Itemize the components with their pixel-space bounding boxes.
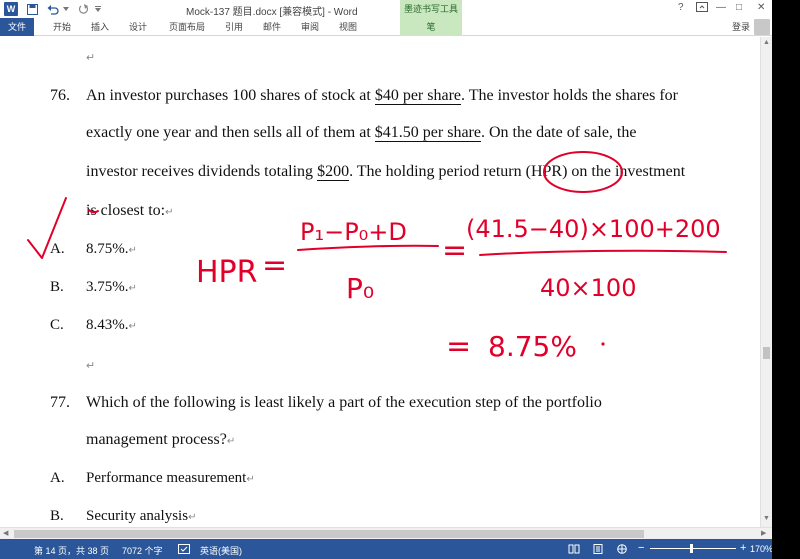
question-76-number: 76.	[50, 87, 70, 104]
language[interactable]: 英语(美国)	[200, 544, 242, 557]
vertical-scrollbar[interactable]: ▲ ▼	[760, 37, 772, 527]
scroll-right-icon[interactable]: ▶	[761, 529, 766, 537]
title-bar: W Mock-137 题目.docx [兼容模式] - Word 墨迹书写工具 …	[0, 0, 772, 18]
page-count[interactable]: 第 14 页，共 38 页	[34, 544, 109, 557]
tab-review[interactable]: 审阅	[296, 18, 324, 36]
zoom-level[interactable]: 170%	[750, 544, 772, 554]
paragraph-mark: ↵	[86, 360, 96, 372]
status-bar: 第 14 页，共 38 页 7072 个字 英语(美国) − + 170%	[0, 539, 772, 559]
question-77-number: 77.	[50, 394, 70, 411]
option-c-text: 8.43%.↵	[86, 317, 137, 333]
proofing-icon[interactable]	[178, 544, 190, 556]
tab-page-layout[interactable]: 页面布局	[164, 18, 210, 36]
question-77-line-1: Which of the following is least likely a…	[86, 394, 602, 411]
word-count[interactable]: 7072 个字	[122, 544, 163, 557]
customize-toolbar-icon[interactable]	[94, 2, 102, 16]
question-76-line-1: An investor purchases 100 shares of stoc…	[86, 87, 679, 105]
scroll-down-icon[interactable]: ▼	[763, 515, 770, 522]
help-button[interactable]: ?	[678, 2, 684, 13]
scroll-up-icon[interactable]: ▲	[763, 39, 770, 46]
zoom-slider-handle[interactable]	[690, 544, 693, 553]
option-b-letter: B.	[50, 279, 64, 295]
save-icon[interactable]	[26, 2, 38, 16]
tab-insert[interactable]: 插入	[86, 18, 114, 36]
tab-mailings[interactable]: 邮件	[258, 18, 286, 36]
horizontal-scroll-thumb[interactable]	[14, 530, 644, 538]
option-a-letter: A.	[50, 241, 65, 257]
document-page[interactable]: ↵ 76. An investor purchases 100 shares o…	[0, 37, 760, 527]
tab-design[interactable]: 设计	[124, 18, 152, 36]
question-76-line-4: is closest to:↵	[86, 202, 174, 219]
option-b-text: 3.75%.↵	[86, 279, 137, 295]
minimize-button[interactable]: —	[716, 2, 726, 13]
sign-in-link[interactable]: 登录	[732, 18, 750, 36]
tab-file[interactable]: 文件	[0, 18, 34, 36]
tab-view[interactable]: 视图	[334, 18, 362, 36]
zoom-in-button[interactable]: +	[740, 542, 746, 554]
right-margin	[772, 0, 800, 559]
horizontal-scrollbar[interactable]: ◀ ▶	[0, 527, 772, 539]
question-76-line-2: exactly one year and then sells all of t…	[86, 124, 637, 142]
option-b-text: Security analysis↵	[86, 508, 197, 524]
vertical-scroll-thumb[interactable]	[763, 347, 770, 359]
zoom-slider[interactable]	[650, 548, 736, 549]
web-layout-icon[interactable]	[616, 544, 628, 556]
tab-references[interactable]: 引用	[220, 18, 248, 36]
option-a-letter: A.	[50, 470, 65, 486]
paragraph-mark: ↵	[86, 52, 96, 64]
zoom-out-button[interactable]: −	[638, 542, 644, 554]
document-title: Mock-137 题目.docx [兼容模式] - Word	[186, 7, 358, 18]
option-a-text: 8.75%.↵	[86, 241, 137, 257]
question-77-line-2: management process?↵	[86, 431, 236, 448]
print-layout-icon[interactable]	[592, 544, 604, 556]
ink-tools-title: 墨迹书写工具	[400, 0, 462, 18]
ribbon-display-icon[interactable]	[696, 2, 708, 15]
read-mode-icon[interactable]	[568, 544, 580, 556]
maximize-button[interactable]: □	[736, 2, 742, 13]
undo-icon[interactable]	[46, 2, 60, 16]
option-a-text: Performance measurement↵	[86, 470, 255, 486]
word-logo-icon: W	[4, 2, 18, 16]
redo-icon[interactable]	[76, 2, 90, 16]
undo-dropdown-icon[interactable]	[62, 2, 70, 16]
word-window: W Mock-137 题目.docx [兼容模式] - Word 墨迹书写工具 …	[0, 0, 772, 559]
tab-pen[interactable]: 笔	[400, 18, 462, 36]
option-b-letter: B.	[50, 508, 64, 524]
tab-home[interactable]: 开始	[48, 18, 76, 36]
avatar[interactable]	[754, 19, 770, 35]
option-c-letter: C.	[50, 317, 64, 333]
question-76-line-3: investor receives dividends totaling $20…	[86, 163, 686, 181]
scroll-left-icon[interactable]: ◀	[3, 529, 8, 537]
ribbon-tabs: 文件 开始 插入 设计 页面布局 引用 邮件 审阅 视图 笔 登录	[0, 18, 772, 36]
close-button[interactable]: ✕	[757, 2, 765, 13]
